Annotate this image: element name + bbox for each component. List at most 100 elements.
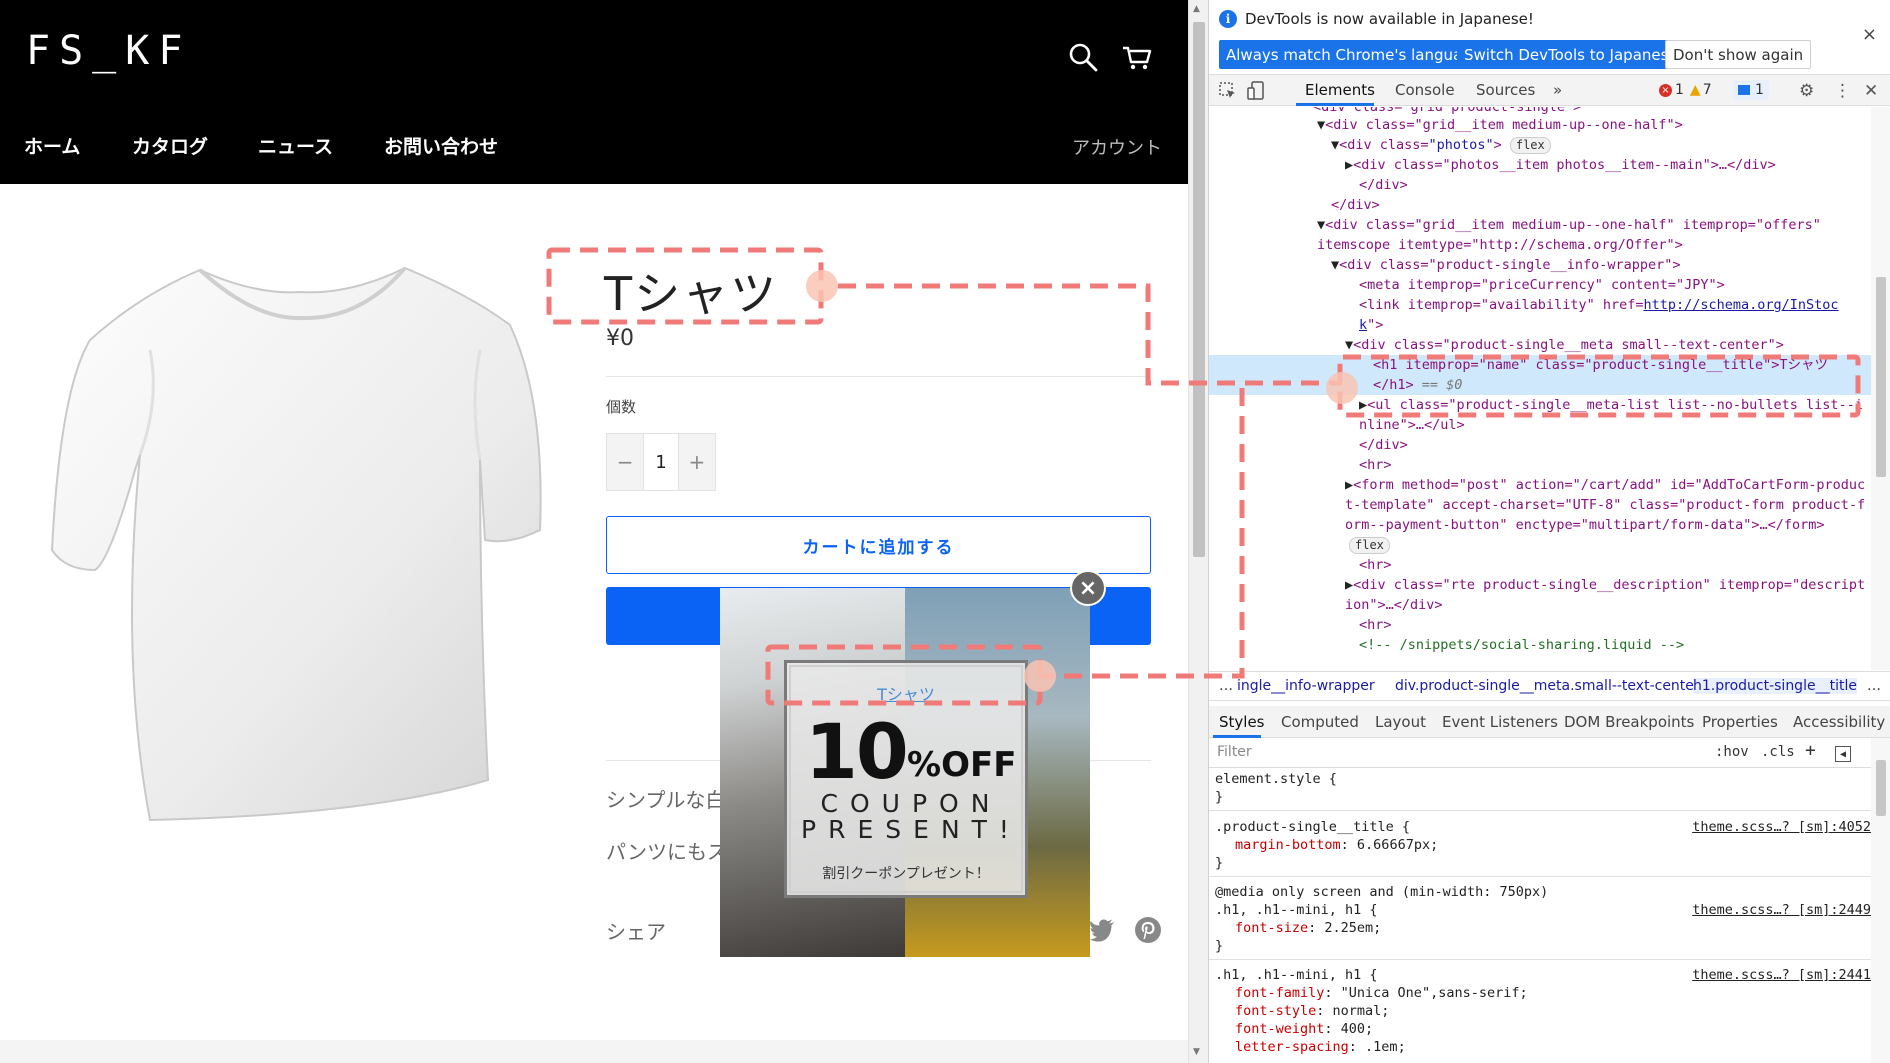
quantity-minus-button[interactable]: − — [607, 434, 644, 490]
tab-layout[interactable]: Layout — [1375, 713, 1426, 731]
inspect-element-icon[interactable] — [1219, 82, 1237, 100]
product-image-tshirt[interactable] — [40, 240, 560, 860]
tab-event-listeners[interactable]: Event Listeners — [1442, 713, 1558, 731]
style-declaration[interactable]: letter-spacing: .1em; — [1235, 1038, 1406, 1056]
cart-icon[interactable] — [1120, 40, 1154, 74]
twitter-icon[interactable] — [1088, 916, 1116, 944]
nav-news[interactable]: ニュース — [258, 132, 333, 159]
tab-accessibility[interactable]: Accessibility — [1793, 713, 1885, 731]
nav-contact[interactable]: お問い合わせ — [384, 132, 498, 159]
switch-to-japanese-button[interactable]: Switch DevTools to Japanese — [1457, 40, 1685, 69]
device-toolbar-icon[interactable] — [1247, 81, 1265, 101]
dom-tree-scrollbar-thumb[interactable] — [1876, 277, 1886, 477]
dom-node[interactable]: ▶<div class="photos__item photos__item--… — [1209, 155, 1871, 175]
close-devtools-icon[interactable]: ✕ — [1864, 81, 1878, 101]
dont-show-again-button[interactable]: Don't show again — [1665, 40, 1812, 69]
styles-scrollbar-thumb[interactable] — [1876, 760, 1886, 816]
dom-node-selected[interactable]: <h1 itemprop="name" class="product-singl… — [1209, 355, 1871, 375]
breadcrumb-overflow[interactable]: … — [1219, 678, 1233, 694]
dom-node[interactable]: ▼<div class="grid__item medium-up--one-h… — [1209, 115, 1871, 135]
flex-badge[interactable]: flex — [1509, 137, 1551, 154]
scroll-down-arrow-icon[interactable]: ▼ — [1193, 1047, 1200, 1057]
tab-elements[interactable]: Elements — [1305, 81, 1375, 99]
quantity-plus-button[interactable]: + — [678, 434, 715, 490]
new-style-rule-icon[interactable]: + — [1805, 740, 1816, 761]
dom-node[interactable]: <hr> — [1209, 555, 1871, 575]
store-logo[interactable]: FS_KF — [26, 28, 191, 74]
dom-node[interactable]: ion">…</div> — [1209, 595, 1871, 615]
scroll-up-arrow-icon[interactable]: ▲ — [1193, 4, 1200, 14]
add-to-cart-button[interactable]: カートに追加する — [606, 516, 1151, 574]
dom-node[interactable]: ▶<div class="rte product-single__descrip… — [1209, 575, 1871, 595]
dom-node[interactable]: nline">…</ul> — [1209, 415, 1871, 435]
more-tabs-icon[interactable]: » — [1553, 81, 1562, 99]
quantity-input[interactable]: 1 — [643, 434, 679, 490]
dom-node[interactable]: ▶<ul class="product-single__meta-list li… — [1209, 395, 1871, 415]
dom-node[interactable]: itemscope itemtype="http://schema.org/Of… — [1209, 235, 1871, 255]
dom-node[interactable]: <link itemprop="availability" href=http:… — [1209, 295, 1871, 315]
tab-sources[interactable]: Sources — [1476, 81, 1535, 99]
toggle-sidebar-icon[interactable]: ◀ — [1835, 746, 1851, 762]
page-scrollbar[interactable]: ▲ ▼ — [1188, 0, 1208, 1063]
style-declaration[interactable]: font-size: 2.25em; — [1235, 919, 1381, 937]
style-declaration[interactable]: font-style: normal; — [1235, 1002, 1389, 1020]
coupon-text-line-2: PRESENT! — [801, 815, 1021, 844]
dom-node[interactable]: ▶<form method="post" action="/cart/add" … — [1209, 475, 1871, 495]
flex-badge[interactable]: flex — [1349, 537, 1390, 554]
dom-node[interactable]: <meta itemprop="priceCurrency" content="… — [1209, 275, 1871, 295]
style-source-link[interactable]: theme.scss…? [sm]:2449 — [1692, 901, 1871, 919]
coupon-product-link[interactable]: Tシャツ — [787, 681, 1025, 705]
breadcrumb-item[interactable]: ingle__info-wrapper — [1237, 678, 1375, 694]
nav-catalog[interactable]: カタログ — [132, 132, 208, 159]
hover-state-toggle[interactable]: :hov — [1715, 744, 1749, 760]
pinterest-icon[interactable] — [1134, 916, 1162, 944]
nav-home[interactable]: ホーム — [24, 132, 80, 159]
breadcrumb-overflow[interactable]: … — [1867, 678, 1881, 694]
search-icon[interactable] — [1066, 40, 1100, 74]
settings-gear-icon[interactable]: ⚙ — [1799, 81, 1814, 101]
dom-node[interactable]: k"> — [1209, 315, 1871, 335]
always-match-language-button[interactable]: Always match Chrome's language — [1219, 40, 1488, 69]
class-toggle[interactable]: .cls — [1761, 744, 1795, 760]
styles-scrollbar[interactable] — [1871, 738, 1890, 1063]
style-source-link[interactable]: theme.scss…? [sm]:4052 — [1692, 818, 1871, 836]
dom-node[interactable]: </div> — [1209, 435, 1871, 455]
dom-node[interactable]: orm--payment-button" enctype="multipart/… — [1209, 515, 1871, 535]
dom-node[interactable]: t-template" accept-charset="UTF-8" class… — [1209, 495, 1871, 515]
nav-account[interactable]: アカウント — [1072, 134, 1162, 160]
dom-node[interactable]: </div> — [1209, 175, 1871, 195]
tab-computed[interactable]: Computed — [1281, 713, 1359, 731]
infobar-close-icon[interactable]: × — [1862, 24, 1877, 45]
styles-filter-input[interactable]: Filter — [1217, 744, 1252, 760]
style-declaration[interactable]: margin-bottom: 6.66667px; — [1235, 836, 1438, 854]
dom-node[interactable]: <hr> — [1209, 455, 1871, 475]
elements-dom-tree[interactable]: <div class="grid product-single"> ▼<div … — [1209, 107, 1871, 670]
more-options-icon[interactable]: ⋮ — [1834, 81, 1851, 101]
issues-badge[interactable]: × 1 ▲ 7 — [1659, 80, 1712, 100]
tab-styles[interactable]: Styles — [1219, 713, 1265, 731]
tab-dom-breakpoints[interactable]: DOM Breakpoints — [1564, 713, 1694, 731]
dom-tree-scrollbar[interactable] — [1871, 107, 1890, 670]
dom-node[interactable]: <hr> — [1209, 615, 1871, 635]
dom-node[interactable]: ▼<div class="photos"> flex — [1209, 135, 1871, 155]
tab-console[interactable]: Console — [1395, 81, 1455, 99]
dom-node-selected[interactable]: </h1> == $0 — [1209, 375, 1871, 395]
dom-node[interactable]: ▼<div class="grid__item medium-up--one-h… — [1209, 215, 1871, 235]
coupon-popup[interactable]: Tシャツ 10 %OFF COUPON PRESENT! 割引クーポンプレゼント… — [720, 588, 1090, 957]
breadcrumb-item-selected[interactable]: h1.product-single__title — [1693, 678, 1857, 694]
dom-node[interactable]: flex — [1209, 535, 1871, 555]
dom-node[interactable]: </div> — [1209, 195, 1871, 215]
schema-link[interactable]: http://schema.org/InStoc — [1643, 297, 1838, 313]
dom-node[interactable]: ▼<div class="product-single__info-wrappe… — [1209, 255, 1871, 275]
style-source-link[interactable]: theme.scss…? [sm]:2441 — [1692, 966, 1871, 984]
popup-close-button[interactable]: × — [1070, 570, 1106, 606]
breadcrumb-item[interactable]: div.product-single__meta.small--text-cen… — [1395, 678, 1700, 694]
dom-node[interactable]: ▼<div class="product-single__meta small-… — [1209, 335, 1871, 355]
dom-node[interactable]: <!-- /snippets/social-sharing.liquid --> — [1209, 635, 1871, 655]
style-declaration[interactable]: font-family: "Unica One",sans-serif; — [1235, 984, 1528, 1002]
style-declaration[interactable]: font-weight: 400; — [1235, 1020, 1373, 1038]
tab-properties[interactable]: Properties — [1702, 713, 1778, 731]
styles-pane[interactable]: element.style { } .product-single__title… — [1209, 768, 1871, 1063]
page-scrollbar-thumb[interactable] — [1193, 22, 1205, 557]
messages-badge[interactable]: 1 — [1733, 80, 1769, 100]
